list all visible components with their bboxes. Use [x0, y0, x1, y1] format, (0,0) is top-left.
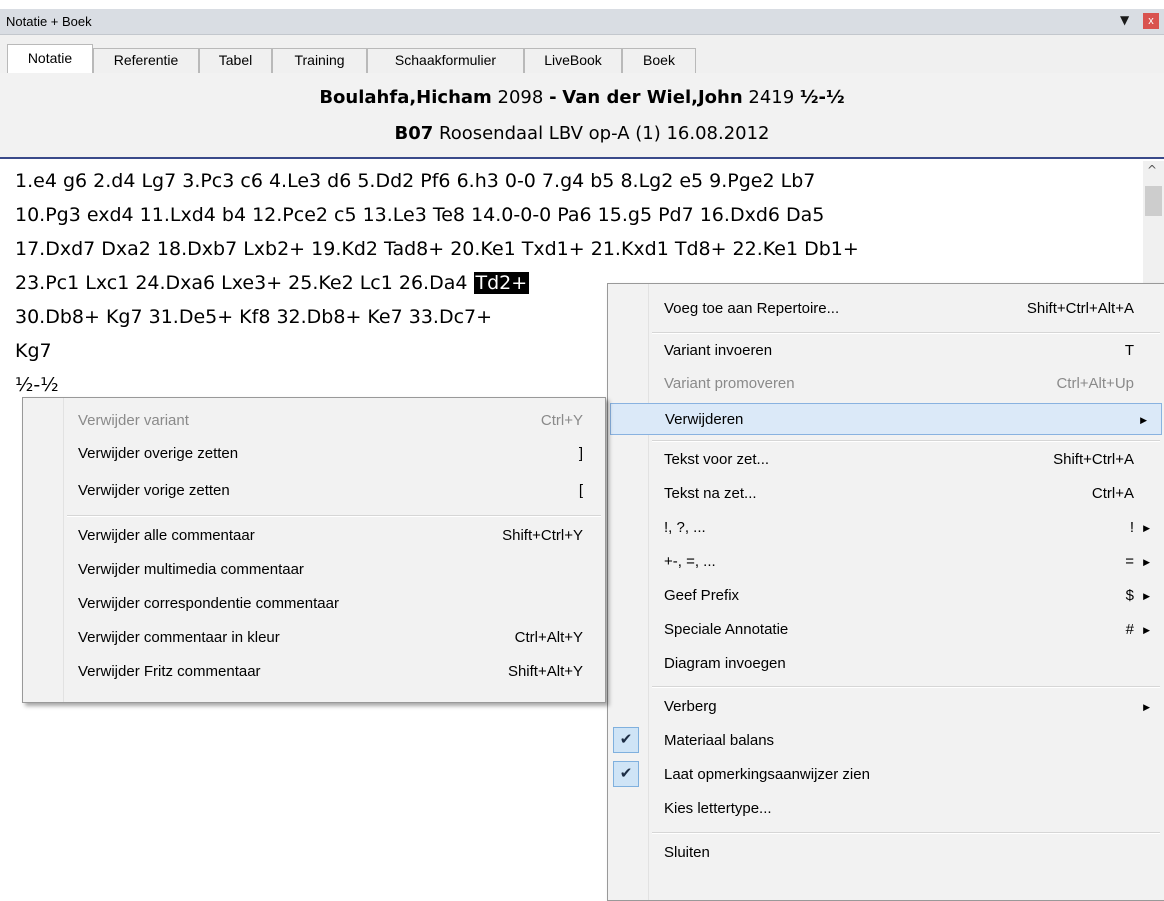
submenu-item-delete-variation: Verwijder variant Ctrl+Y — [78, 412, 583, 429]
menu-item-prefix[interactable]: Geef Prefix $ ▶ — [608, 580, 1164, 612]
submenu-item-delete-previous-moves[interactable]: Verwijder vorige zetten[ — [23, 475, 605, 507]
event-info: Roosendaal LBV op-A (1) 16.08.2012 — [439, 123, 770, 144]
submenu-item-delete-all-comments[interactable]: Verwijder alle commentaar Shift+Ctrl+Y — [23, 520, 605, 552]
submenu-item-delete-correspondence-comments[interactable]: Verwijder correspondentie commentaar — [23, 588, 605, 620]
tab-boek[interactable]: Boek — [622, 48, 696, 73]
submenu-item-delete-fritz-comments[interactable]: Verwijder Fritz commentaar Shift+Alt+Y — [23, 656, 605, 688]
menu-item-special-annotation[interactable]: Speciale Annotatie # ▶ — [608, 614, 1164, 646]
event-line: B07 Roosendaal LBV op-A (1) 16.08.2012 — [0, 123, 1164, 144]
menu-item-material-balance[interactable]: ✔ Materiaal balans — [608, 725, 1164, 757]
delete-submenu: Verwijder variant Ctrl+Y Verwijder overig… — [22, 397, 606, 703]
submenu-arrow-icon: ▶ — [1143, 591, 1150, 601]
game-result: ½-½ — [799, 87, 845, 108]
submenu-arrow-icon: ▶ — [1143, 523, 1150, 533]
scroll-up-icon[interactable]: ^ — [1147, 163, 1157, 177]
context-menu: Voeg toe aan Repertoire... Shift+Ctrl+Alt… — [607, 283, 1164, 901]
menu-item-close[interactable]: Sluiten — [608, 837, 1164, 869]
menu-item-enter-variation[interactable]: Variant invoeren T — [608, 335, 1164, 367]
tab-schaakformulier[interactable]: Schaakformulier — [367, 48, 524, 73]
players-line: Boulahfa,Hicham 2098 - Van der Wiel,John… — [319, 87, 845, 108]
notation-line[interactable]: 1.e4 g6 2.d4 Lg7 3.Pc3 c6 4.Le3 d6 5.Dd2… — [15, 164, 1140, 198]
notation-line[interactable]: 10.Pg3 exd4 11.Lxd4 b4 12.Pce2 c5 13.Le3… — [15, 198, 1140, 232]
tab-training[interactable]: Training — [272, 48, 367, 73]
submenu-item-delete-color-comments[interactable]: Verwijder commentaar in kleur Ctrl+Alt+Y — [23, 622, 605, 654]
menu-item-add-to-repertoire[interactable]: Voeg toe aan Repertoire... Shift+Ctrl+Alt… — [608, 293, 1164, 325]
scroll-thumb[interactable] — [1145, 186, 1162, 216]
checkmark-icon: ✔ — [613, 761, 639, 787]
tab-tabel[interactable]: Tabel — [199, 48, 272, 73]
dropdown-arrow-icon[interactable]: ▼ — [1120, 13, 1129, 27]
menu-item-hide[interactable]: Verberg ▶ — [608, 691, 1164, 723]
tab-referentie[interactable]: Referentie — [93, 48, 199, 73]
menu-item-choose-font[interactable]: Kies lettertype... — [608, 793, 1164, 825]
tab-bar: Notatie Referentie Tabel Training Schaak… — [0, 35, 1164, 74]
submenu-arrow-icon: ▶ — [1143, 625, 1150, 635]
selected-move[interactable]: Td2+ — [473, 272, 530, 294]
notation-line[interactable]: 17.Dxd7 Dxa2 18.Dxb7 Lxb2+ 19.Kd2 Tad8+ … — [15, 232, 1140, 266]
close-icon[interactable]: x — [1143, 13, 1159, 29]
menu-item-text-after-move[interactable]: Tekst na zet... Ctrl+A — [608, 478, 1164, 510]
menu-item-show-comment-pointer[interactable]: ✔ Laat opmerkingsaanwijzer zien — [608, 759, 1164, 791]
checkmark-icon: ✔ — [613, 727, 639, 753]
menu-item-position-annotations[interactable]: +-, =, ... = ▶ — [608, 546, 1164, 578]
white-elo: 2098 — [497, 87, 544, 108]
menu-item-delete[interactable]: Verwijderen ▶ — [610, 403, 1162, 435]
tab-livebook[interactable]: LiveBook — [524, 48, 622, 73]
menu-item-promote-variation: Variant promoveren Ctrl+Alt+Up — [664, 375, 1134, 392]
window-title: Notatie + Boek — [6, 14, 92, 29]
title-bar: Notatie + Boek ▼ x — [0, 9, 1164, 35]
black-player: Van der Wiel,John — [562, 87, 743, 108]
submenu-item-delete-multimedia-comments[interactable]: Verwijder multimedia commentaar — [23, 554, 605, 586]
black-elo: 2419 — [748, 87, 795, 108]
submenu-arrow-icon: ▶ — [1140, 415, 1147, 425]
game-header: Boulahfa,Hicham 2098 - Van der Wiel,John… — [0, 73, 1164, 159]
menu-item-text-before-move[interactable]: Tekst voor zet... Shift+Ctrl+A — [608, 444, 1164, 476]
submenu-arrow-icon: ▶ — [1143, 702, 1150, 712]
menu-item-insert-diagram[interactable]: Diagram invoegen — [608, 648, 1164, 680]
submenu-arrow-icon: ▶ — [1143, 557, 1150, 567]
notation-moves[interactable]: 23.Pc1 Lxc1 24.Dxa6 Lxe3+ 25.Ke2 Lc1 26.… — [15, 272, 474, 294]
eco-code: B07 — [394, 123, 434, 144]
tab-notatie[interactable]: Notatie — [7, 44, 93, 74]
white-player: Boulahfa,Hicham — [319, 87, 492, 108]
menu-item-move-annotations[interactable]: !, ?, ...! ▶ — [608, 512, 1164, 544]
submenu-item-delete-remaining-moves[interactable]: Verwijder overige zetten] — [23, 438, 605, 470]
